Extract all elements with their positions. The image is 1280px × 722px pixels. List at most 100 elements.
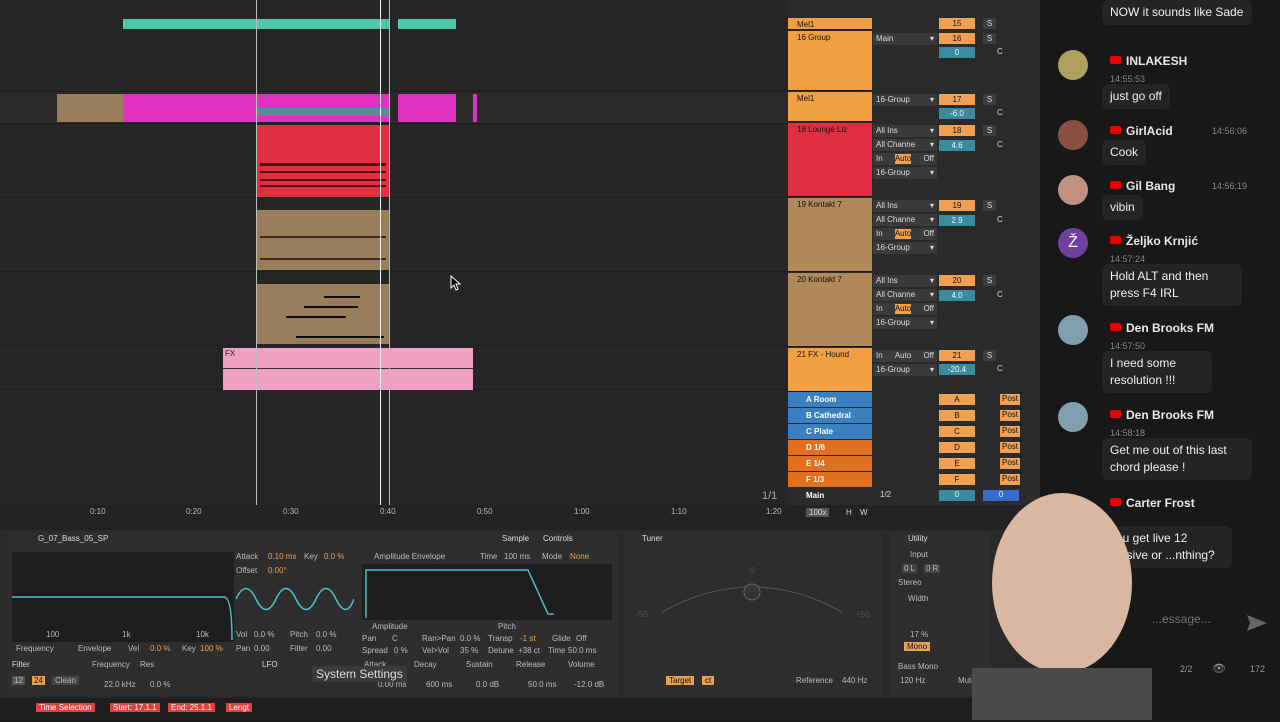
track-number[interactable]: 18 (939, 125, 975, 136)
monitor-select[interactable]: In Auto Off (873, 153, 937, 165)
track-header-19[interactable]: 19 Kontakt 7 (788, 198, 872, 272)
sustain-value[interactable]: 0.0 dB (476, 680, 499, 689)
bass-mono-value[interactable]: 120 Hz (900, 676, 925, 685)
input-select[interactable]: All Ins ▾ (873, 200, 937, 212)
transp-value[interactable]: -1 st (520, 634, 536, 643)
reference-value[interactable]: 440 Hz (842, 676, 867, 685)
track-header-16[interactable]: 16 Group (788, 31, 872, 91)
output-select[interactable]: 16-Group ▾ (873, 167, 937, 179)
velvol-value[interactable]: 35 % (460, 646, 478, 655)
return-track-c[interactable]: C Plate (788, 424, 872, 439)
output-select[interactable]: Main ▾ (873, 33, 937, 45)
amplitude-envelope-graph[interactable] (362, 564, 612, 620)
pan-field[interactable]: C (997, 47, 1003, 56)
return-letter[interactable]: F (939, 474, 975, 485)
username[interactable]: GirlAcid (1110, 124, 1173, 138)
key-value[interactable]: 0.0 % (324, 552, 344, 561)
monitor-select[interactable]: In Auto Off (873, 350, 937, 362)
return-track-a[interactable]: A Room (788, 392, 872, 407)
channel-select[interactable]: All Channe ▾ (873, 139, 937, 151)
zoom-level[interactable]: 100x (806, 508, 830, 517)
loop-start-marker[interactable] (256, 0, 257, 505)
left-toggle[interactable]: 0 L (902, 564, 918, 573)
filter-tab[interactable]: Filter (12, 660, 30, 669)
lane-mel1[interactable] (0, 0, 788, 92)
channel-select[interactable]: All Channe ▾ (873, 289, 937, 301)
return-track-b[interactable]: B Cathedral (788, 408, 872, 423)
pan-field[interactable]: C (997, 290, 1003, 299)
output-select[interactable]: 16-Group ▾ (873, 94, 937, 106)
return-letter[interactable]: A (939, 394, 975, 405)
filter-value[interactable]: 0.00 (316, 644, 332, 653)
post-button[interactable]: Post (1000, 458, 1020, 469)
input-select[interactable]: All Ins ▾ (873, 125, 937, 137)
track-number[interactable]: 21 (939, 350, 975, 361)
offset-value[interactable]: 0.00° (268, 566, 287, 575)
tuner-device[interactable]: Tuner -50 0 +50 Target ct Reference 440 … (624, 532, 882, 696)
voices-field[interactable]: 12 (12, 676, 25, 685)
post-button[interactable]: Post (1000, 394, 1020, 405)
track-number[interactable]: 20 (939, 275, 975, 286)
vel-value[interactable]: 0.0 % (150, 644, 170, 653)
pan-field[interactable]: C (997, 215, 1003, 224)
solo-button[interactable]: S (983, 33, 996, 44)
return-track-f[interactable]: F 1/3 (788, 472, 872, 487)
track-number[interactable]: 17 (939, 94, 975, 105)
clip-red-midi[interactable] (256, 125, 390, 197)
track-header-17[interactable]: Mel1 (788, 92, 872, 122)
track-number[interactable]: 16 (939, 33, 975, 44)
frequency-value[interactable]: 22.0 kHz (104, 680, 136, 689)
channel-select[interactable]: All Channe ▾ (873, 214, 937, 226)
volume-field[interactable]: -20.4 (939, 364, 975, 375)
clip-magenta-2[interactable] (398, 94, 456, 122)
loop-end-marker[interactable] (389, 0, 390, 505)
pan-field[interactable]: C (997, 140, 1003, 149)
key-value[interactable]: 100 % (200, 644, 223, 653)
username[interactable]: Den Brooks FM (1110, 408, 1214, 422)
solo-button[interactable]: S (983, 275, 996, 286)
volume-field[interactable]: 2.9 (939, 215, 975, 226)
track-header-21[interactable]: 21 FX - Hound (788, 348, 872, 392)
lfo-tab[interactable]: LFO (262, 660, 278, 669)
width-value[interactable]: 17 % (910, 630, 928, 639)
filter-graph[interactable] (12, 552, 234, 642)
solo-button[interactable]: S (983, 125, 996, 136)
w-button[interactable]: W (860, 508, 868, 517)
track-header-20[interactable]: 20 Kontakt 7 (788, 273, 872, 347)
input-select[interactable]: All Ins ▾ (873, 275, 937, 287)
clip-brown[interactable] (57, 94, 123, 122)
pan-value[interactable]: C (392, 634, 398, 643)
solo-button[interactable]: S (983, 94, 996, 105)
lane-kontakt-20[interactable] (0, 272, 788, 346)
monitor-select[interactable]: In Auto Off (873, 228, 937, 240)
post-button[interactable]: Post (1000, 442, 1020, 453)
glide-value[interactable]: Off (576, 634, 587, 643)
res-value[interactable]: 0.0 % (150, 680, 170, 689)
track-number[interactable]: 15 (939, 18, 975, 29)
clip-magenta-3[interactable] (473, 94, 477, 122)
post-button[interactable]: Post (1000, 474, 1020, 485)
return-letter[interactable]: D (939, 442, 975, 453)
h-button[interactable]: H (846, 508, 852, 517)
volume-field[interactable]: -6.0 (939, 108, 975, 119)
playhead[interactable] (380, 0, 381, 505)
sampler-device[interactable]: G_07_Bass_05_SP Sample Controls 100 1k 1… (8, 532, 618, 696)
return-track-e[interactable]: E 1/4 (788, 456, 872, 471)
vol-value[interactable]: 0.0 % (254, 630, 274, 639)
send-icon[interactable] (1246, 614, 1268, 632)
pan-value[interactable]: 0.00 (254, 644, 270, 653)
main-output[interactable]: 1/2 (880, 490, 891, 499)
username[interactable]: Gil Bang (1110, 179, 1175, 193)
arrangement-view[interactable]: FX (0, 0, 788, 505)
right-toggle[interactable]: 0 R (924, 564, 941, 573)
username[interactable]: Den Brooks FM (1110, 321, 1214, 335)
solo-button[interactable]: S (983, 18, 996, 29)
output-select[interactable]: 16-Group ▾ (873, 242, 937, 254)
return-track-d[interactable]: D 1/6 (788, 440, 872, 455)
lane-mel1-2[interactable] (0, 92, 788, 124)
detune-value[interactable]: +38 ct (518, 646, 540, 655)
time-value[interactable]: 100 ms (504, 552, 530, 561)
lane-lounge-liz[interactable] (0, 124, 788, 198)
main-track[interactable]: Main (788, 488, 872, 503)
return-letter[interactable]: B (939, 410, 975, 421)
